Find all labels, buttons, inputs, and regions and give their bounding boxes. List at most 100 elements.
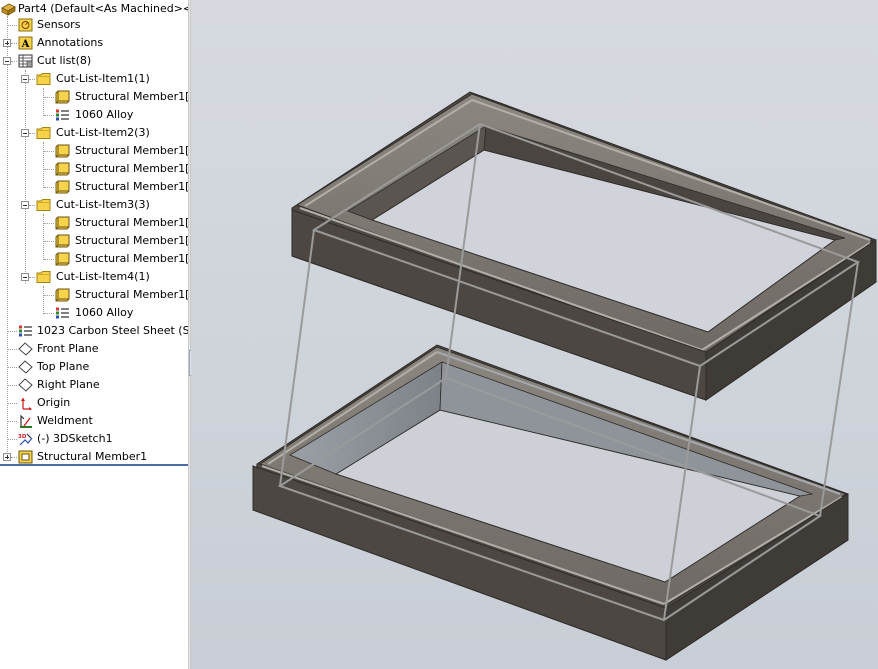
tree-connector — [44, 241, 54, 242]
plane-icon — [18, 378, 33, 392]
tree-item-label: Structural Member1[4] — [75, 288, 188, 301]
tree-connector — [44, 151, 54, 152]
svg-text:A: A — [21, 39, 30, 50]
tree-item-right-plane[interactable]: Right Plane — [0, 376, 188, 394]
tree-connector — [29, 79, 35, 80]
tree-item-label: Structural Member1[8] — [75, 252, 188, 265]
origin-icon — [21, 397, 32, 410]
tree-item-cut-list-item1[interactable]: Cut-List-Item1(1) — [0, 70, 188, 88]
tree-item-label: Structural Member1[1] — [75, 90, 188, 103]
tree-item-label: Weldment — [37, 414, 93, 427]
tree-item-structural-member1-8[interactable]: Structural Member1[8] — [0, 250, 188, 268]
tree-item-front-plane[interactable]: Front Plane — [0, 340, 188, 358]
tree-item-cut-list-item2[interactable]: Cut-List-Item2(3) — [0, 124, 188, 142]
tree-item-weldment[interactable]: Weldment — [0, 412, 188, 430]
tree-item-structural-member1-4[interactable]: Structural Member1[4] — [0, 286, 188, 304]
solid-body-icon — [55, 144, 70, 158]
tree-item-cut-list-item4[interactable]: Cut-List-Item4(1) — [0, 268, 188, 286]
tree-connector — [29, 133, 35, 134]
tree-connector — [44, 97, 54, 98]
folder-icon — [36, 73, 51, 85]
tree-item-structural-member1-1[interactable]: Structural Member1[1] — [0, 88, 188, 106]
tree-item-origin[interactable]: Origin — [0, 394, 188, 412]
tree-connector — [8, 439, 17, 440]
tree-item-label: Cut-List-Item1(1) — [56, 72, 150, 85]
collapse-toggle[interactable] — [21, 201, 29, 209]
tree-connector — [44, 295, 54, 296]
cut-list-icon — [18, 54, 33, 68]
expand-toggle[interactable] — [3, 39, 11, 47]
tree-connector — [11, 61, 17, 62]
tree-item-cut-list-item3[interactable]: Cut-List-Item3(3) — [0, 196, 188, 214]
tree-item-3dsketch1[interactable]: 3D (-) 3DSketch1 — [0, 430, 188, 448]
tree-item-structural-member1-2[interactable]: Structural Member1[2] — [0, 142, 188, 160]
tree-item-label: 1060 Alloy — [75, 306, 134, 319]
folder-icon — [36, 271, 51, 283]
tree-item-top-plane[interactable]: Top Plane — [0, 358, 188, 376]
tree-item-label: Structural Member1[3] — [75, 216, 188, 229]
tree-connector — [44, 313, 54, 314]
solid-body-icon — [55, 180, 70, 194]
tree-item-sensors[interactable]: Sensors — [0, 16, 188, 34]
tree-connector — [29, 205, 35, 206]
tree-item-material-1060-alloy-2[interactable]: 1060 Alloy — [0, 304, 188, 322]
tree-item-label: Top Plane — [37, 360, 90, 373]
tree-item-material-1060-alloy-1[interactable]: 1060 Alloy — [0, 106, 188, 124]
tree-item-structural-member1-3[interactable]: Structural Member1[3] — [0, 214, 188, 232]
folder-icon — [36, 127, 51, 139]
tree-item-label: Structural Member1[5] — [75, 162, 188, 175]
tree-item-label: Sensors — [37, 18, 81, 31]
tree-item-label: Cut-List-Item3(3) — [56, 198, 150, 211]
expand-toggle[interactable] — [3, 453, 11, 461]
part-icon — [1, 3, 16, 16]
tree-item-structural-member1-7[interactable]: Structural Member1[7] — [0, 178, 188, 196]
material-icon — [19, 325, 32, 337]
upper-frame[interactable] — [291, 91, 877, 401]
tree-connector — [44, 223, 54, 224]
solid-body-icon — [55, 288, 70, 302]
collapse-toggle[interactable] — [3, 57, 11, 65]
tree-item-label: Annotations — [37, 36, 104, 49]
tree-item-structural-member1-6[interactable]: Structural Member1[6] — [0, 232, 188, 250]
tree-connector — [8, 349, 17, 350]
tree-connector — [8, 367, 17, 368]
material-icon — [56, 307, 69, 319]
tree-item-label: 1023 Carbon Steel Sheet (SS) — [37, 324, 188, 337]
tree-item-structural-member1-5[interactable]: Structural Member1[5] — [0, 160, 188, 178]
tree-connector — [11, 457, 17, 458]
collapse-toggle[interactable] — [21, 75, 29, 83]
tree-item-material[interactable]: 1023 Carbon Steel Sheet (SS) — [0, 322, 188, 340]
model-view — [252, 91, 877, 661]
graphics-area[interactable] — [191, 0, 878, 669]
tree-connector — [44, 169, 54, 170]
tree-rollback-bar[interactable] — [0, 464, 188, 466]
folder-icon — [36, 199, 51, 211]
tree-item-label: Structural Member1[6] — [75, 234, 188, 247]
annotation-icon: A — [18, 36, 33, 50]
tree-item-label: Structural Member1[7] — [75, 180, 188, 193]
sensor-icon — [18, 18, 33, 32]
tree-item-label: Cut list(8) — [37, 54, 92, 67]
tree-connector — [8, 421, 17, 422]
tree-item-label: Origin — [37, 396, 71, 409]
svg-text:3D: 3D — [18, 434, 27, 440]
tree-connector — [29, 277, 35, 278]
tree-item-label: 1060 Alloy — [75, 108, 134, 121]
solid-body-icon — [55, 216, 70, 230]
tree-item-label: Front Plane — [37, 342, 99, 355]
tree-item-cut-list[interactable]: Cut list(8) — [0, 52, 188, 70]
tree-connector — [8, 385, 17, 386]
tree-item-label: Cut-List-Item2(3) — [56, 126, 150, 139]
lower-frame[interactable] — [252, 344, 849, 661]
solid-body-icon — [55, 162, 70, 176]
collapse-toggle[interactable] — [21, 129, 29, 137]
solid-body-icon — [55, 252, 70, 266]
tree-item-annotations[interactable]: A Annotations — [0, 34, 188, 52]
plane-icon — [18, 360, 33, 374]
collapse-toggle[interactable] — [21, 273, 29, 281]
tree-item-label: Cut-List-Item4(1) — [56, 270, 150, 283]
plane-icon — [18, 342, 33, 356]
3d-sketch-icon: 3D — [18, 433, 33, 446]
tree-item-label: Structural Member1[2] — [75, 144, 188, 157]
tree-connector — [8, 331, 17, 332]
